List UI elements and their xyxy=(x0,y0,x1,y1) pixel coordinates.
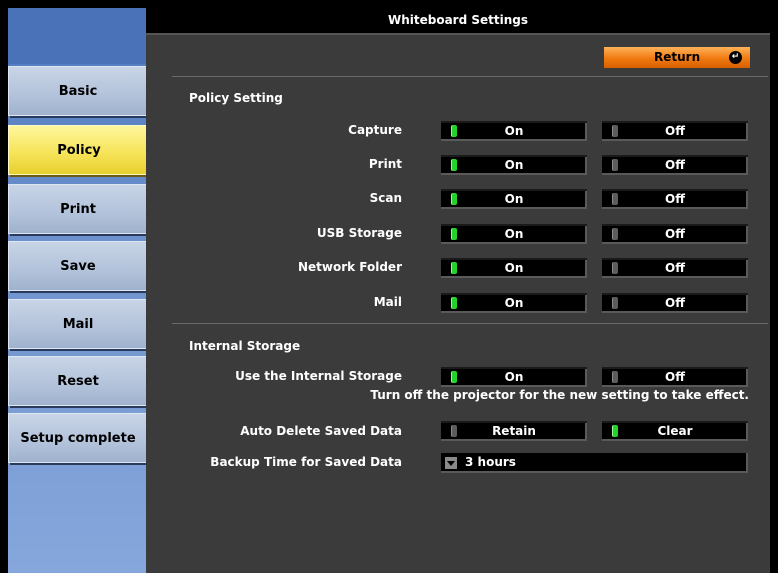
option-label: Off xyxy=(665,370,685,384)
auto-delete-retain-button[interactable]: Retain xyxy=(441,421,587,441)
indicator-icon xyxy=(451,297,457,309)
indicator-icon xyxy=(612,262,618,274)
sidebar-item-mail[interactable]: Mail xyxy=(8,299,162,349)
print-on-button[interactable]: On xyxy=(441,155,587,175)
return-label: Return xyxy=(654,50,701,64)
divider xyxy=(172,76,768,77)
option-label: Off xyxy=(665,296,685,310)
option-label: On xyxy=(504,261,524,275)
row-label-print: Print xyxy=(368,157,402,171)
window-title: Whiteboard Settings xyxy=(146,8,770,35)
option-label: On xyxy=(504,296,524,310)
scan-on-button[interactable]: On xyxy=(441,189,587,209)
mail-on-button[interactable]: On xyxy=(441,293,587,313)
backup-time-value: 3 hours xyxy=(465,455,516,469)
row-label-auto-delete: Auto Delete Saved Data xyxy=(240,424,402,438)
option-label: On xyxy=(504,370,524,384)
indicator-icon xyxy=(451,125,457,137)
indicator-icon xyxy=(451,159,457,171)
row-label-use-internal-storage: Use the Internal Storage xyxy=(235,369,402,383)
sidebar: Basic Policy Print Save Mail Reset Setup… xyxy=(8,8,164,573)
row-label-scan: Scan xyxy=(369,191,402,205)
sidebar-header xyxy=(8,8,146,64)
option-label: Off xyxy=(665,261,685,275)
usb-storage-on-button[interactable]: On xyxy=(441,224,587,244)
sidebar-item-reset[interactable]: Reset xyxy=(8,356,162,406)
option-label: On xyxy=(504,158,524,172)
option-label: Off xyxy=(665,124,685,138)
sidebar-item-print[interactable]: Print xyxy=(8,184,162,234)
backup-time-select[interactable]: 3 hours xyxy=(441,453,748,473)
print-off-button[interactable]: Off xyxy=(602,155,748,175)
divider xyxy=(172,323,768,324)
section-title-internal-storage: Internal Storage xyxy=(189,339,301,353)
sidebar-item-policy[interactable]: Policy xyxy=(8,125,164,175)
row-label-capture: Capture xyxy=(348,123,402,137)
sidebar-item-save[interactable]: Save xyxy=(8,241,162,291)
restart-note: Turn off the projector for the new setti… xyxy=(370,388,749,402)
use-internal-storage-on-button[interactable]: On xyxy=(441,367,587,387)
mail-off-button[interactable]: Off xyxy=(602,293,748,313)
network-folder-on-button[interactable]: On xyxy=(441,258,587,278)
return-button[interactable]: Return ↵ xyxy=(604,47,750,68)
enter-arrow-icon: ↵ xyxy=(729,51,742,64)
option-label: Off xyxy=(665,227,685,241)
option-label: On xyxy=(504,227,524,241)
settings-panel: Whiteboard Settings Return ↵ Policy Sett… xyxy=(146,8,770,573)
section-title-policy: Policy Setting xyxy=(189,91,283,105)
row-label-network-folder: Network Folder xyxy=(297,260,402,274)
indicator-icon xyxy=(612,228,618,240)
row-label-mail: Mail xyxy=(373,295,402,309)
option-label: Off xyxy=(665,158,685,172)
chevron-down-icon xyxy=(445,457,457,469)
auto-delete-clear-button[interactable]: Clear xyxy=(602,421,748,441)
indicator-icon xyxy=(451,262,457,274)
sidebar-item-setup-complete[interactable]: Setup complete xyxy=(8,413,162,463)
option-label: Off xyxy=(665,192,685,206)
scan-off-button[interactable]: Off xyxy=(602,189,748,209)
indicator-icon xyxy=(451,228,457,240)
indicator-icon xyxy=(612,159,618,171)
network-folder-off-button[interactable]: Off xyxy=(602,258,748,278)
row-label-usb-storage: USB Storage xyxy=(316,226,402,240)
indicator-icon xyxy=(451,193,457,205)
usb-storage-off-button[interactable]: Off xyxy=(602,224,748,244)
use-internal-storage-off-button[interactable]: Off xyxy=(602,367,748,387)
indicator-icon xyxy=(612,371,618,383)
option-label: Clear xyxy=(657,424,693,438)
option-label: On xyxy=(504,124,524,138)
option-label: On xyxy=(504,192,524,206)
indicator-icon xyxy=(612,193,618,205)
sidebar-item-basic[interactable]: Basic xyxy=(8,66,162,116)
indicator-icon xyxy=(451,371,457,383)
indicator-icon xyxy=(612,425,618,437)
indicator-icon xyxy=(612,297,618,309)
indicator-icon xyxy=(451,425,457,437)
row-label-backup-time: Backup Time for Saved Data xyxy=(210,455,402,469)
capture-on-button[interactable]: On xyxy=(441,121,587,141)
capture-off-button[interactable]: Off xyxy=(602,121,748,141)
option-label: Retain xyxy=(492,424,536,438)
indicator-icon xyxy=(612,125,618,137)
